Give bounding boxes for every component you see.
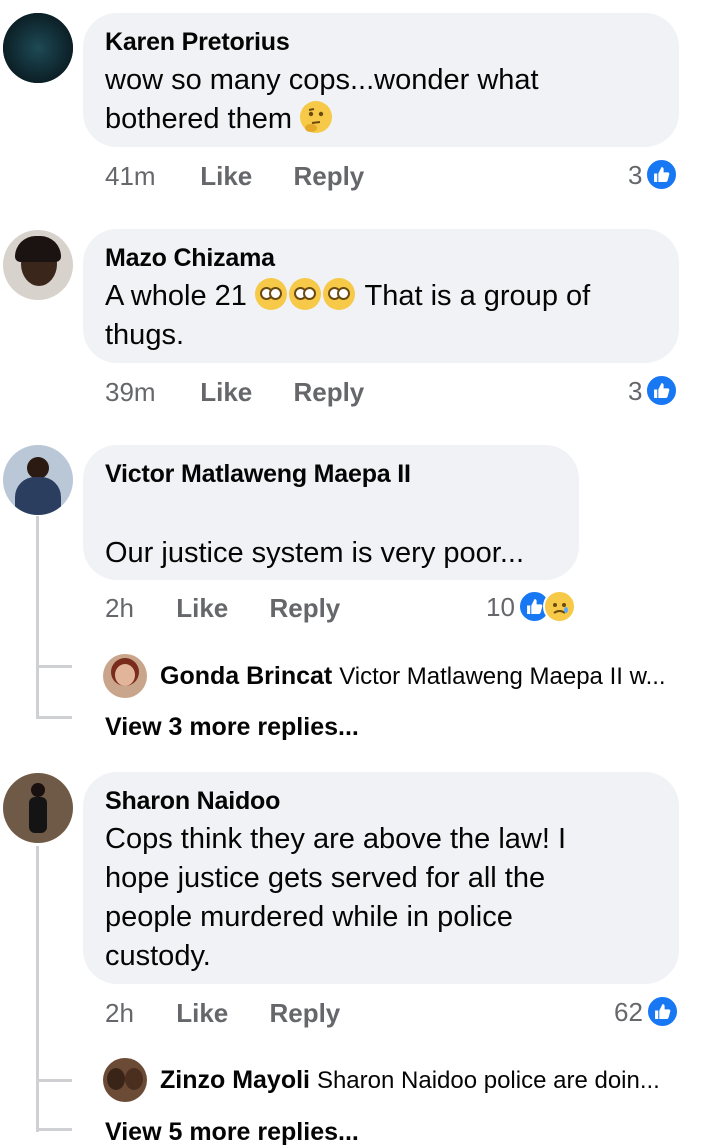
comment-text: wow so many cops...wonder what bothered … [105, 61, 657, 139]
comment-actions: 2h Like Reply [105, 997, 340, 1029]
thread-branch [36, 1128, 72, 1131]
comment-actions: 39m Like Reply [105, 376, 364, 408]
like-reaction-icon [645, 995, 679, 1028]
sad-reaction-icon [542, 590, 576, 623]
thread-branch [36, 1079, 72, 1082]
comment-actions: 41m Like Reply [105, 160, 364, 192]
thread-line [36, 846, 39, 1132]
avatar[interactable] [3, 445, 73, 515]
reaction-summary[interactable]: 10 [486, 590, 576, 623]
avatar[interactable] [3, 13, 73, 83]
author-name[interactable]: Victor Matlaweng Maepa II [105, 459, 557, 489]
comment-text: Cops think they are above the law! I hop… [105, 820, 657, 976]
comment-bubble: Karen Pretorius wow so many cops...wonde… [83, 13, 679, 147]
comment-actions: 2h Like Reply [105, 592, 340, 624]
like-button[interactable]: Like [200, 160, 286, 192]
flushed-face-icon [322, 278, 355, 310]
reaction-summary[interactable]: 3 [628, 374, 679, 407]
timestamp[interactable]: 2h [105, 997, 169, 1029]
flushed-face-icon [288, 278, 321, 310]
reply-button[interactable]: Reply [269, 997, 340, 1029]
author-name[interactable]: Mazo Chizama [105, 243, 657, 273]
comment-bubble: Mazo Chizama A whole 21 That is a group … [83, 229, 679, 363]
avatar[interactable] [3, 773, 73, 843]
reaction-summary[interactable]: 3 [628, 158, 679, 191]
view-more-replies-link[interactable]: View 5 more replies... [105, 1117, 359, 1147]
reply-text: Victor Matlaweng Maepa II w... [339, 663, 666, 690]
comment-mazo-chizama: Mazo Chizama A whole 21 That is a group … [0, 215, 701, 430]
comment-text: Our justice system is very poor... [105, 537, 525, 569]
reply-button[interactable]: Reply [269, 592, 340, 624]
comment-text-line: people murdered while in police [105, 901, 513, 933]
comment-text-line: Cops think they are above the law! I [105, 823, 567, 855]
reply-author[interactable]: Gonda Brincat [160, 662, 332, 690]
comment-text-line2: thugs. [105, 319, 184, 351]
reaction-summary[interactable]: 62 [614, 995, 679, 1028]
reply-button[interactable]: Reply [293, 160, 364, 192]
reply-preview[interactable]: Zinzo Mayoli Sharon Naidoo police are do… [160, 1065, 660, 1096]
comment-bubble: Victor Matlaweng Maepa II Our justice sy… [83, 445, 579, 580]
avatar[interactable] [3, 230, 73, 300]
thread-branch [36, 665, 72, 668]
timestamp[interactable]: 2h [105, 592, 169, 624]
thread-branch [36, 716, 72, 719]
comment-text-line: hope justice gets served for all the [105, 862, 546, 894]
comment-text-prefix: A whole 21 [105, 280, 247, 312]
comment-victor-maepa: Victor Matlaweng Maepa II Our justice sy… [0, 430, 701, 760]
timestamp[interactable]: 41m [105, 160, 193, 192]
reaction-count: 3 [628, 159, 643, 190]
reply-preview[interactable]: Gonda Brincat Victor Matlaweng Maepa II … [160, 661, 666, 692]
comment-text-suffix: That is a group of [364, 280, 591, 312]
thread-line [36, 516, 39, 716]
reaction-count: 62 [614, 996, 643, 1027]
comment-bubble: Sharon Naidoo Cops think they are above … [83, 772, 679, 984]
comment-karen-pretorius: Karen Pretorius wow so many cops...wonde… [0, 0, 701, 215]
like-reaction-icon [645, 374, 679, 407]
reply-avatar[interactable] [103, 1058, 147, 1102]
view-more-replies-link[interactable]: View 3 more replies... [105, 712, 359, 742]
reaction-count: 3 [628, 375, 643, 406]
comment-text: A whole 21 That is a group of thugs. [105, 277, 657, 355]
reaction-count: 10 [486, 591, 515, 622]
like-button[interactable]: Like [176, 997, 262, 1029]
thinking-face-icon [300, 101, 333, 133]
flushed-face-icon [254, 278, 287, 310]
like-reaction-icon [645, 158, 679, 191]
reply-button[interactable]: Reply [293, 376, 364, 408]
comment-sharon-naidoo: Sharon Naidoo Cops think they are above … [0, 760, 701, 1146]
reply-author[interactable]: Zinzo Mayoli [160, 1066, 310, 1094]
author-name[interactable]: Sharon Naidoo [105, 786, 657, 816]
like-button[interactable]: Like [200, 376, 286, 408]
like-button[interactable]: Like [176, 592, 262, 624]
reply-text: Sharon Naidoo police are doin... [316, 1067, 660, 1094]
timestamp[interactable]: 39m [105, 376, 193, 408]
reply-avatar[interactable] [103, 654, 147, 698]
comment-text-line: custody. [105, 940, 211, 972]
author-name[interactable]: Karen Pretorius [105, 27, 657, 57]
